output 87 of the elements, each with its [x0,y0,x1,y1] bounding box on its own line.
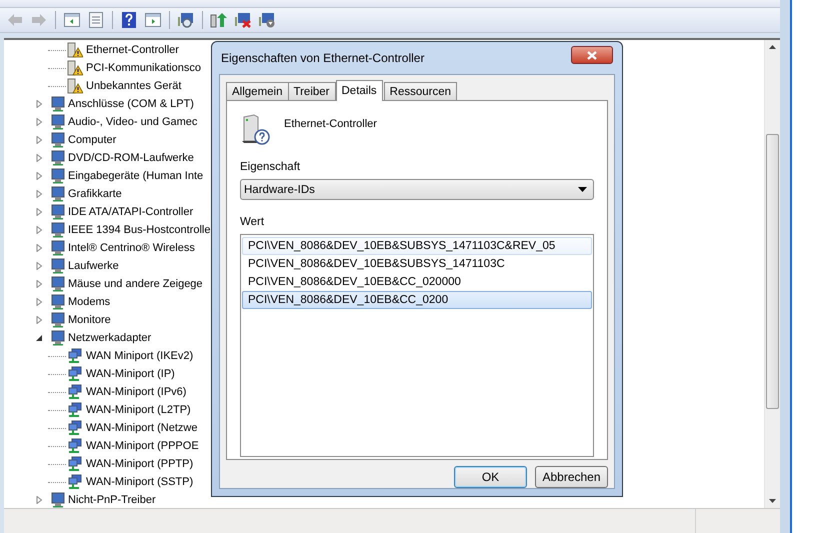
expand-triangle-icon[interactable] [36,154,43,162]
field-label: Wert [240,216,266,228]
tree-item[interactable]: Anschlüsse (COM & LPT) [68,98,194,110]
tree-item[interactable]: Grafikkarte [68,188,122,200]
upload-arrow-icon [210,12,228,28]
tree-item[interactable]: Netzwerkadapter [68,332,152,344]
device-icon [49,276,65,292]
monitor-down-arrow-icon [258,12,276,28]
expand-triangle-icon[interactable] [36,262,43,270]
field-label: Eigenschaft [240,161,302,173]
expand-triangle-icon[interactable] [36,172,43,180]
device-icon [49,96,65,112]
monitor-cross-icon [234,12,252,28]
expand-triangle-icon[interactable] [36,136,43,144]
list-item[interactable]: PCI\VEN_8086&DEV_10EB&CC_020000 [242,273,592,291]
tree-item[interactable]: Modems [68,296,110,308]
list-item[interactable]: PCI\VEN_8086&DEV_10EB&CC_0200 [242,291,592,309]
expand-triangle-icon[interactable] [36,298,43,306]
tree-item[interactable]: WAN-Miniport (IPv6) [86,386,186,398]
tree-item[interactable]: Ethernet-Controller [86,44,179,56]
device-icon [49,168,65,184]
dialog-button[interactable]: OK [454,466,527,488]
close-icon [587,50,597,60]
tree-item[interactable]: Intel® Centrino® Wireless [68,242,195,254]
panel-icon [64,13,80,27]
device-name: Ethernet-Controller [284,117,377,130]
tree-item[interactable]: Laufwerke [68,260,119,272]
tab[interactable]: Treiber [288,82,336,100]
tab[interactable]: Ressourcen [384,82,458,100]
expand-triangle-icon[interactable] [36,118,43,126]
property-dropdown[interactable]: Hardware-IDs [240,179,594,200]
tree-item[interactable]: Monitore [68,314,111,326]
expand-triangle-icon[interactable] [36,244,43,252]
tree-item[interactable]: PCI-Kommunikationsco [86,62,201,74]
tree-item[interactable]: Nicht-PnP-Treiber [68,494,156,506]
device-icon [49,312,65,328]
tree-item[interactable]: IEEE 1394 Bus-Hostcontrolle [68,224,210,236]
list-item[interactable]: PCI\VEN_8086&DEV_10EB&SUBSYS_1471103C [242,255,592,273]
tree-item[interactable]: Mäuse und andere Zeigege [68,278,203,290]
device-question-icon [240,113,270,145]
device-icon [49,132,65,148]
dialog-title: Eigenschaften von Ethernet-Controller [220,51,424,65]
help-icon [122,12,136,28]
expand-triangle-icon[interactable] [36,496,43,504]
properties-icon [88,12,104,28]
device-icon [49,258,65,274]
device-icon [49,330,65,346]
tree-item[interactable]: WAN-Miniport (IP) [86,368,175,380]
device-icon [49,222,65,238]
collapse-triangle-icon[interactable] [36,334,43,342]
expand-triangle-icon[interactable] [36,100,43,108]
device-icon [49,492,65,508]
tree-item[interactable]: DVD/CD-ROM-Laufwerke [68,152,194,164]
list-item[interactable]: PCI\VEN_8086&DEV_10EB&SUBSYS_1471103C&REV_05 [242,237,592,255]
tree-item[interactable]: Audio-, Video- und Gamec [68,116,198,128]
scroll-thumb[interactable] [766,134,779,409]
dropdown-arrow-icon [578,187,587,192]
close-button[interactable] [571,46,613,64]
panel-icon [145,13,161,27]
tree-item[interactable]: Unbekanntes Gerät [86,80,182,92]
tree-item[interactable]: WAN-Miniport (SSTP) [86,476,194,488]
arrow-left-icon [7,13,23,27]
scrollbar[interactable] [764,40,780,508]
dialog-button[interactable]: Abbrechen [535,466,608,488]
tree-item[interactable]: Computer [68,134,116,146]
tree-item[interactable]: WAN-Miniport (L2TP) [86,404,191,416]
device-icon [49,150,65,166]
expand-triangle-icon[interactable] [36,280,43,288]
monitor-magnifier-icon [177,12,195,28]
tree-item[interactable]: IDE ATA/ATAPI-Controller [68,206,194,218]
tree-item[interactable]: Eingabegeräte (Human Inte [68,170,204,182]
tree-item[interactable]: WAN-Miniport (Netzwe [86,422,198,434]
device-icon [49,186,65,202]
expand-triangle-icon[interactable] [36,190,43,198]
device-icon [49,114,65,130]
tree-item[interactable]: WAN-Miniport (PPTP) [86,458,194,470]
tab[interactable]: Allgemein [226,82,288,100]
arrow-right-icon [31,13,47,27]
tab[interactable]: Details [336,80,383,101]
device-icon [49,204,65,220]
expand-triangle-icon[interactable] [36,316,43,324]
expand-triangle-icon[interactable] [36,226,43,234]
expand-triangle-icon[interactable] [36,208,43,216]
device-icon [49,240,65,256]
device-icon [49,294,65,310]
tree-item[interactable]: WAN-Miniport (PPPOE [86,440,199,452]
tree-item[interactable]: WAN Miniport (IKEv2) [86,350,194,362]
